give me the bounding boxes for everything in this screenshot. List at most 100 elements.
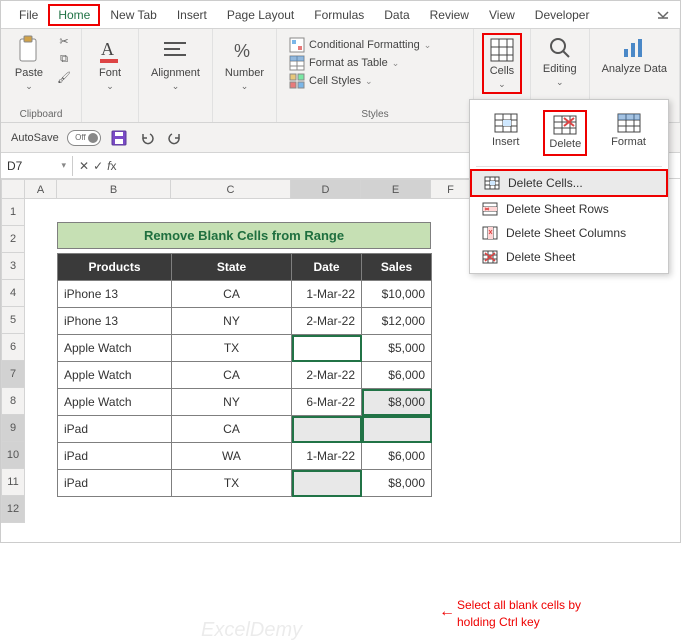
row-header-2[interactable]: 2 [1, 226, 25, 253]
cell[interactable]: iPad [58, 443, 172, 470]
col-header-d[interactable]: D [291, 179, 361, 199]
cell[interactable]: iPad [58, 470, 172, 497]
dd-format-label: Format [611, 136, 646, 148]
tab-view[interactable]: View [479, 4, 525, 26]
cell-selected-blank[interactable]: $8,000 [362, 389, 432, 416]
select-all-corner[interactable] [1, 179, 25, 199]
cell[interactable]: $12,000 [362, 308, 432, 335]
cell[interactable]: $6,000 [362, 443, 432, 470]
table-row: iPadCA [58, 416, 432, 443]
cell[interactable]: 1-Mar-22 [292, 443, 362, 470]
editing-button[interactable]: Editing [539, 33, 581, 90]
autosave-toggle[interactable]: Off [67, 130, 101, 146]
row-header-8[interactable]: 8 [1, 388, 25, 415]
svg-text:%: % [234, 41, 250, 61]
cell[interactable]: TX [172, 470, 292, 497]
insert-cells-icon [493, 112, 519, 134]
menu-delete-sheet-rows[interactable]: Delete Sheet Rows [470, 197, 668, 221]
tab-insert[interactable]: Insert [167, 4, 217, 26]
tab-review[interactable]: Review [420, 4, 479, 26]
col-header-e[interactable]: E [361, 179, 431, 199]
tab-home[interactable]: Home [48, 4, 100, 26]
col-header-b[interactable]: B [57, 179, 171, 199]
row-header-7[interactable]: 7 [1, 361, 25, 388]
cell[interactable]: NY [172, 389, 292, 416]
row-header-3[interactable]: 3 [1, 253, 25, 280]
dd-insert-button[interactable]: Insert [488, 110, 524, 156]
cell[interactable]: NY [172, 308, 292, 335]
table-row: iPadTX $8,000 [58, 470, 432, 497]
cell[interactable]: CA [172, 281, 292, 308]
cell[interactable]: 6-Mar-22 [292, 389, 362, 416]
cell-selected-blank[interactable] [362, 416, 432, 443]
col-header-c[interactable]: C [171, 179, 291, 199]
analyze-data-button[interactable]: Analyze Data [598, 33, 671, 77]
th-date: Date [292, 254, 362, 281]
cell[interactable]: TX [172, 335, 292, 362]
cell[interactable]: CA [172, 362, 292, 389]
cell[interactable]: $6,000 [362, 362, 432, 389]
cancel-formula-icon[interactable]: ✕ [79, 159, 89, 173]
dd-format-button[interactable]: Format [607, 110, 650, 156]
paste-button[interactable]: Paste [9, 33, 49, 94]
row-header-10[interactable]: 10 [1, 442, 25, 469]
enter-formula-icon[interactable]: ✓ [93, 159, 103, 173]
row-header-11[interactable]: 11 [1, 469, 25, 496]
row-header-12[interactable]: 12 [1, 496, 25, 523]
col-header-a[interactable]: A [25, 179, 57, 199]
cell[interactable]: 2-Mar-22 [292, 362, 362, 389]
cut-button[interactable]: ✂ [55, 33, 73, 49]
format-painter-button[interactable]: 🖌 [55, 69, 73, 85]
cell-selected-blank[interactable] [292, 416, 362, 443]
cell-selected-blank[interactable] [292, 470, 362, 497]
cell[interactable]: Apple Watch [58, 335, 172, 362]
cell[interactable]: WA [172, 443, 292, 470]
cell[interactable]: 1-Mar-22 [292, 281, 362, 308]
cell[interactable]: Apple Watch [58, 362, 172, 389]
group-styles: Conditional Formatting⌄ Format as Table⌄… [277, 29, 474, 122]
number-button[interactable]: % Number [221, 33, 268, 94]
tab-developer[interactable]: Developer [525, 4, 600, 26]
save-button[interactable] [109, 128, 129, 148]
row-header-1[interactable]: 1 [1, 199, 25, 226]
tab-data[interactable]: Data [374, 4, 419, 26]
menu-delete-sheet[interactable]: Delete Sheet [470, 245, 668, 269]
tab-newtab[interactable]: New Tab [100, 4, 166, 26]
row-header-6[interactable]: 6 [1, 334, 25, 361]
menu-delete-cells[interactable]: Delete Cells... [470, 169, 668, 197]
cell[interactable]: CA [172, 416, 292, 443]
menu-delete-sheet-columns[interactable]: Delete Sheet Columns [470, 221, 668, 245]
tab-file[interactable]: File [9, 4, 48, 26]
cell[interactable]: $8,000 [362, 470, 432, 497]
row-header-9[interactable]: 9 [1, 415, 25, 442]
fx-icon[interactable]: fx [107, 159, 116, 173]
font-button[interactable]: A Font [90, 33, 130, 94]
cell[interactable]: $10,000 [362, 281, 432, 308]
delete-cells-menu-icon [484, 176, 500, 190]
tab-pagelayout[interactable]: Page Layout [217, 4, 304, 26]
cell[interactable]: iPad [58, 416, 172, 443]
redo-button[interactable] [165, 128, 185, 148]
cell[interactable]: $5,000 [362, 335, 432, 362]
cells-button[interactable]: Cells [482, 33, 522, 94]
dd-delete-button[interactable]: Delete [543, 110, 587, 156]
table-row: iPhone 13NY2-Mar-22$12,000 [58, 308, 432, 335]
cell-selected-blank[interactable] [292, 335, 362, 362]
name-box[interactable]: D7▾ [1, 156, 73, 176]
tab-formulas[interactable]: Formulas [304, 4, 374, 26]
row-header-5[interactable]: 5 [1, 307, 25, 334]
cell[interactable]: Apple Watch [58, 389, 172, 416]
cell[interactable]: 2-Mar-22 [292, 308, 362, 335]
col-header-f[interactable]: F [431, 179, 471, 199]
alignment-button[interactable]: Alignment [147, 33, 204, 94]
row-headers: 1 2 3 4 5 6 7 8 9 10 11 12 [1, 199, 25, 523]
conditional-formatting-button[interactable]: Conditional Formatting⌄ [289, 37, 431, 53]
row-header-4[interactable]: 4 [1, 280, 25, 307]
undo-button[interactable] [137, 128, 157, 148]
ribbon-collapse-icon[interactable] [646, 4, 680, 26]
cell[interactable]: iPhone 13 [58, 308, 172, 335]
format-as-table-button[interactable]: Format as Table⌄ [289, 55, 399, 71]
cell[interactable]: iPhone 13 [58, 281, 172, 308]
copy-button[interactable]: ⧉ [55, 51, 73, 67]
cell-styles-button[interactable]: Cell Styles⌄ [289, 73, 373, 89]
